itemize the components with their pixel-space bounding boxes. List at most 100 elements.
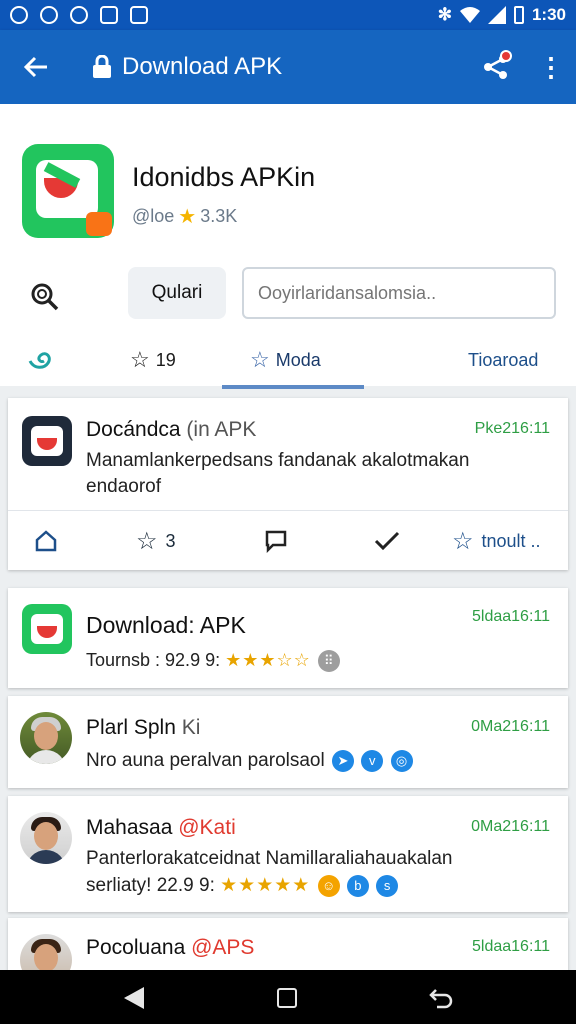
nav-return-button[interactable]	[428, 984, 454, 1010]
like-action-button[interactable]: ☆ 3	[136, 511, 176, 571]
card-text: Manamlankerpedsans fandanak akalotmakan	[86, 450, 470, 471]
page-title: Download APK	[122, 53, 283, 80]
stats-text: Tournsb : 92.9 9:	[86, 650, 221, 670]
app-name: Idonidbs APKin	[132, 162, 316, 192]
card-time: 0Ma216:11	[471, 718, 550, 735]
card-text-tag: endaorof	[86, 476, 162, 497]
card-time: 5ldaa16:11	[472, 608, 550, 625]
card-title-text: Docándca	[86, 418, 181, 441]
card-handle: @Kati	[178, 816, 236, 839]
card-handle: @APS	[191, 936, 255, 959]
verified-icon: v	[361, 750, 384, 772]
signal-icon	[487, 6, 506, 24]
notification-icon	[40, 6, 58, 24]
card-text-content: Nro auna peralvan parolsaol	[86, 750, 325, 772]
rating-line: @loe ★ 3.3K	[132, 204, 237, 229]
notification-icon	[70, 6, 88, 24]
card-time: 5ldaa16:11	[472, 938, 550, 955]
tab-favorites-label: 19	[155, 349, 176, 370]
tab-bar: ☆ 19 ☆ Moda Tioaroad	[0, 332, 576, 388]
star-outline-icon: ☆	[136, 527, 158, 555]
check-icon	[374, 531, 400, 551]
home-icon	[35, 530, 57, 552]
card-title: Mahasaa @Kati	[86, 816, 236, 840]
feed-card[interactable]: Docándca (in APK Pke216:11 Manamlankerpe…	[8, 398, 568, 570]
search-button[interactable]	[28, 280, 62, 314]
feed-card[interactable]: Plarl Spln Ki 0Ma216:11 Nro auna peralva…	[8, 696, 568, 788]
emoji-icon: ☺	[317, 874, 340, 897]
comment-action-button[interactable]	[264, 511, 288, 571]
app-bar: Download APK ⋮	[0, 30, 576, 104]
card-title: Pocoluana @APS	[86, 936, 254, 960]
star-outline-icon: ☆	[250, 347, 270, 372]
system-nav-bar	[0, 970, 576, 1024]
swirl-icon	[28, 352, 51, 369]
card-stats: serliaty! 22.9 9: ★★★★★ ☺ b s	[86, 874, 399, 897]
quick-filter-button[interactable]: Qulari	[128, 267, 226, 319]
back-button[interactable]	[0, 30, 72, 104]
more-options-button[interactable]: ⋮	[526, 30, 576, 104]
more-vert-icon: ⋮	[538, 51, 564, 82]
rating-stars: ★★★☆☆	[225, 650, 311, 670]
card-actions: ☆ 3 ☆ tnoult ..	[8, 510, 568, 570]
bluetooth-icon: ✻	[437, 5, 452, 24]
avatar	[20, 812, 72, 864]
card-text: Panterlorakatceidnat Namillaraliahauakal…	[86, 848, 453, 869]
active-tab-indicator	[222, 385, 364, 389]
card-title: Plarl Spln Ki	[86, 716, 200, 740]
card-time: Pke216:11	[474, 420, 550, 437]
stats-text: serliaty! 22.9 9:	[86, 875, 215, 896]
star-outline-icon: ☆	[130, 347, 150, 372]
notification-badge	[500, 50, 512, 62]
card-text: Nro auna peralvan parolsaol ➤ v ◎	[86, 750, 413, 772]
feed-card[interactable]: Mahasaa @Kati 0Ma216:11 Panterlorakatcei…	[8, 796, 568, 912]
like-count: 3	[165, 530, 176, 551]
tab-download[interactable]: Tioaroad	[468, 332, 538, 388]
gray-circle-icon: ⠿	[317, 650, 340, 673]
s-badge-icon: s	[376, 874, 399, 897]
tab-swirl[interactable]	[26, 332, 56, 388]
rating-stars: ★★★★★	[220, 875, 311, 896]
more-action-label: tnoult ..	[481, 530, 541, 551]
app-icon	[22, 144, 114, 238]
rating-count: 3.3K	[200, 206, 238, 226]
card-title: Download: APK	[86, 612, 246, 638]
nav-home-button[interactable]	[277, 988, 297, 1008]
status-time: 1:30	[531, 5, 566, 24]
b-badge-icon: b	[346, 874, 369, 897]
undo-icon	[429, 989, 453, 1009]
app-icon	[22, 604, 72, 654]
search-icon	[31, 283, 59, 311]
app-icon	[22, 416, 72, 466]
tab-moda-label: Moda	[275, 349, 321, 370]
link-icon: ◎	[390, 750, 413, 772]
image-icon	[130, 6, 148, 24]
card-title-text: Pocoluana	[86, 936, 186, 959]
card-title: Docándca (in APK	[86, 418, 256, 442]
battery-icon	[513, 6, 524, 24]
status-bar: ✻ 1:30	[0, 0, 576, 30]
check-action-button[interactable]	[374, 511, 400, 571]
app-header-panel: Idonidbs APKin @loe ★ 3.3K Qulari ☆ 19 ☆…	[0, 104, 576, 389]
feed-card[interactable]: Download: APK 5ldaa16:11 Tournsb : 92.9 …	[8, 588, 568, 688]
card-title-text: Plarl Spln	[86, 716, 176, 739]
share-button[interactable]	[466, 30, 526, 104]
tab-download-label: Tioaroad	[468, 349, 539, 370]
card-title-suffix: (in APK	[186, 418, 257, 441]
home-action-button[interactable]	[34, 511, 58, 571]
feed-card[interactable]: Pocoluana @APS 5ldaa16:11	[8, 918, 568, 986]
lock-icon	[90, 55, 114, 79]
more-action-button[interactable]: ☆ tnoult ..	[452, 511, 541, 571]
rating-prefix: @loe	[132, 206, 175, 226]
comment-icon	[265, 530, 287, 553]
notification-icon	[10, 6, 28, 24]
notification-icon	[100, 6, 118, 24]
card-stats: Tournsb : 92.9 9: ★★★☆☆ ⠿	[86, 650, 340, 673]
star-icon: ★	[178, 206, 197, 228]
search-input[interactable]	[242, 267, 556, 319]
tab-moda[interactable]: ☆ Moda	[250, 332, 321, 388]
card-time: 0Ma216:11	[471, 818, 550, 835]
nav-back-button[interactable]	[124, 987, 144, 1009]
avatar	[20, 712, 72, 764]
tab-favorites[interactable]: ☆ 19	[130, 332, 176, 388]
